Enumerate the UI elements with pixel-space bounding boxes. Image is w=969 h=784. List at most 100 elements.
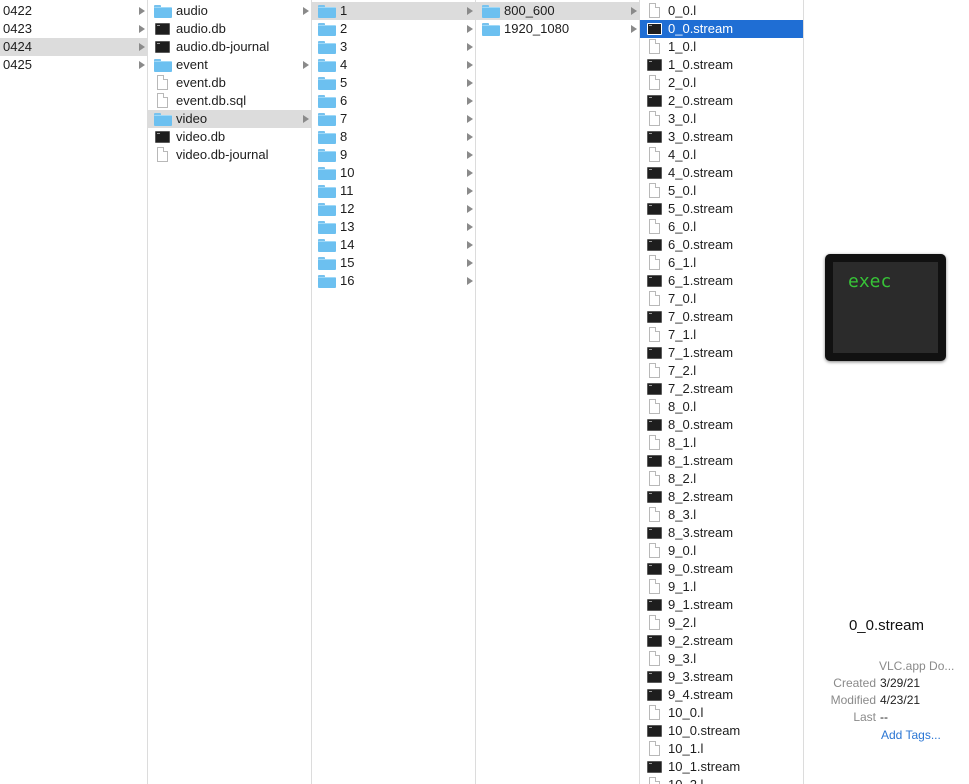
file-row[interactable]: 6_1.l [640,254,803,272]
terminal-file-icon [647,383,662,395]
file-row[interactable]: 9_1.l [640,578,803,596]
folder-row[interactable]: 4 [312,56,475,74]
folder-row[interactable]: 0425 [0,56,147,74]
file-row[interactable]: 7_0.l [640,290,803,308]
file-row[interactable]: audio.db [148,20,311,38]
file-row[interactable]: 7_2.stream [640,380,803,398]
file-row[interactable]: 8_3.stream [640,524,803,542]
file-row[interactable]: video.db-journal [148,146,311,164]
row-label: 7_0.stream [668,309,734,324]
terminal-file-icon [647,761,662,773]
folder-icon [318,167,336,180]
row-label: 7_2.l [668,363,697,378]
disclosure-arrow-icon [631,7,637,15]
file-row[interactable]: 9_0.l [640,542,803,560]
row-label: 6_0.l [668,219,697,234]
file-row[interactable]: 7_0.stream [640,308,803,326]
file-row[interactable]: 10_2.l [640,776,803,784]
folder-row[interactable]: 8 [312,128,475,146]
file-row[interactable]: 9_0.stream [640,560,803,578]
file-row[interactable]: 4_0.l [640,146,803,164]
file-row[interactable]: 9_2.l [640,614,803,632]
file-row[interactable]: 6_0.stream [640,236,803,254]
folder-row[interactable]: 7 [312,110,475,128]
file-row[interactable]: 0_0.stream [640,20,803,38]
row-label: 8 [340,129,348,144]
row-label: 7 [340,111,348,126]
folder-row[interactable]: 3 [312,38,475,56]
terminal-file-icon [647,239,662,251]
file-row[interactable]: 2_0.l [640,74,803,92]
folder-row[interactable]: 12 [312,200,475,218]
file-row[interactable]: 9_4.stream [640,686,803,704]
file-row[interactable]: 8_1.stream [640,452,803,470]
exec-icon-text: exec [848,271,892,292]
folder-icon [154,113,172,126]
file-row[interactable]: 2_0.stream [640,92,803,110]
file-row[interactable]: 10_1.stream [640,758,803,776]
file-row[interactable]: 1_0.l [640,38,803,56]
folder-row[interactable]: 15 [312,254,475,272]
row-label: 7_2.stream [668,381,734,396]
file-row[interactable]: 8_2.stream [640,488,803,506]
folder-row[interactable]: audio [148,2,311,20]
folder-row[interactable]: 1920_1080 [476,20,639,38]
folder-row[interactable]: 11 [312,182,475,200]
folder-row[interactable]: 800_600 [476,2,639,20]
file-row[interactable]: 8_1.l [640,434,803,452]
file-row[interactable]: 8_3.l [640,506,803,524]
folder-row[interactable]: 0422 [0,2,147,20]
file-row[interactable]: 7_1.stream [640,344,803,362]
created-value: 3/29/21 [880,676,921,690]
folder-row[interactable]: event [148,56,311,74]
folder-row[interactable]: 13 [312,218,475,236]
file-row[interactable]: event.db [148,74,311,92]
file-row[interactable]: 10_1.l [640,740,803,758]
row-label: 6_1.stream [668,273,734,288]
row-label: event [176,57,208,72]
folder-row[interactable]: 14 [312,236,475,254]
file-row[interactable]: 10_0.stream [640,722,803,740]
folder-row[interactable]: 2 [312,20,475,38]
file-row[interactable]: 4_0.stream [640,164,803,182]
file-row[interactable]: 8_2.l [640,470,803,488]
file-row[interactable]: 6_0.l [640,218,803,236]
folder-icon [318,185,336,198]
terminal-file-icon [155,41,170,53]
file-row[interactable]: video.db [148,128,311,146]
file-row[interactable]: 8_0.stream [640,416,803,434]
folder-row[interactable]: 16 [312,272,475,290]
file-row[interactable]: 6_1.stream [640,272,803,290]
file-row[interactable]: 9_1.stream [640,596,803,614]
file-row[interactable]: 5_0.stream [640,200,803,218]
row-label: 1 [340,3,348,18]
folder-row[interactable]: 10 [312,164,475,182]
folder-row[interactable]: video [148,110,311,128]
file-row[interactable]: 3_0.stream [640,128,803,146]
terminal-file-icon [647,689,662,701]
file-row[interactable]: 10_0.l [640,704,803,722]
file-row[interactable]: 7_2.l [640,362,803,380]
file-row[interactable]: 5_0.l [640,182,803,200]
add-tags-link[interactable]: Add Tags... [881,728,941,742]
folder-row[interactable]: 9 [312,146,475,164]
folder-row[interactable]: 0423 [0,20,147,38]
folder-row[interactable]: 1 [312,2,475,20]
file-row[interactable]: 9_3.l [640,650,803,668]
file-row[interactable]: 9_3.stream [640,668,803,686]
folder-row[interactable]: 0424 [0,38,147,56]
file-row[interactable]: 3_0.l [640,110,803,128]
row-label: 9_0.stream [668,561,734,576]
terminal-file-icon [647,203,662,215]
file-row[interactable]: 9_2.stream [640,632,803,650]
folder-row[interactable]: 6 [312,92,475,110]
file-row[interactable]: event.db.sql [148,92,311,110]
file-row[interactable]: 8_0.l [640,398,803,416]
file-row[interactable]: 7_1.l [640,326,803,344]
file-row[interactable]: 1_0.stream [640,56,803,74]
row-label: video.db [176,129,226,144]
file-row[interactable]: audio.db-journal [148,38,311,56]
folder-row[interactable]: 5 [312,74,475,92]
file-row[interactable]: 0_0.l [640,2,803,20]
terminal-file-icon [647,599,662,611]
